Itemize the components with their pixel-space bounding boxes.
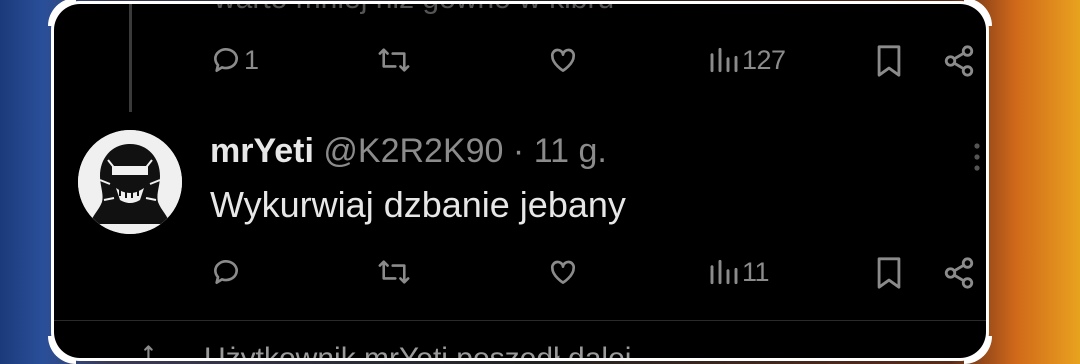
- top-tweet-actions: 1 127: [54, 44, 986, 84]
- reply-icon: [214, 260, 238, 284]
- like-icon: [550, 260, 576, 284]
- bookmark-icon: [877, 45, 901, 77]
- retweet-icon: [378, 260, 410, 284]
- bookmark-button[interactable]: [874, 44, 904, 78]
- views-count: 11: [742, 256, 770, 287]
- share-icon: [944, 257, 974, 289]
- views-button[interactable]: 127: [708, 44, 786, 76]
- yeti-avatar-icon: [78, 130, 182, 234]
- reply-icon: [214, 48, 238, 72]
- selection-corner: [48, 336, 76, 364]
- reply-button[interactable]: 1: [210, 44, 259, 76]
- reply-button[interactable]: [210, 256, 242, 288]
- user-name[interactable]: mrYeti: [210, 132, 314, 170]
- views-button[interactable]: 11: [708, 256, 770, 288]
- avatar[interactable]: [78, 130, 182, 234]
- views-icon: [710, 47, 738, 73]
- bookmark-button[interactable]: [874, 256, 904, 290]
- share-button[interactable]: [942, 44, 976, 78]
- separator: ·: [512, 132, 525, 170]
- selection-corner: [964, 0, 992, 26]
- retweet-button[interactable]: [376, 44, 412, 76]
- retweet-button[interactable]: [376, 256, 412, 288]
- selection-corner: [964, 336, 992, 364]
- bookmark-icon: [877, 257, 901, 289]
- reply-count: 1: [244, 44, 259, 75]
- selection-corner: [48, 0, 76, 26]
- retweet-icon: [378, 48, 410, 72]
- timestamp[interactable]: 11 g.: [534, 132, 607, 170]
- reply-text: Wykurwiaj dzbanie jebany: [210, 184, 626, 225]
- like-button[interactable]: [546, 44, 580, 76]
- share-button[interactable]: [942, 256, 976, 290]
- reply-tweet-actions: 11: [54, 256, 986, 296]
- like-button[interactable]: [546, 256, 580, 288]
- previous-tweet-text: warto mniej niż gówno w kibru: [214, 4, 614, 16]
- divider: [54, 320, 986, 321]
- like-icon: [550, 48, 576, 72]
- footer-text: Użytkownik mrYeti poszedł dalej: [204, 342, 631, 358]
- more-options-button[interactable]: [974, 142, 980, 177]
- tweet-card: warto mniej niż gówno w kibru 1 127: [54, 4, 986, 358]
- repost-icon: [142, 342, 172, 358]
- share-icon: [944, 45, 974, 77]
- user-handle[interactable]: @K2R2K90: [323, 132, 503, 170]
- more-icon: [974, 143, 980, 171]
- views-icon: [710, 259, 738, 285]
- reply-header: mrYeti @K2R2K90 · 11 g.: [210, 132, 607, 171]
- views-count: 127: [742, 44, 786, 75]
